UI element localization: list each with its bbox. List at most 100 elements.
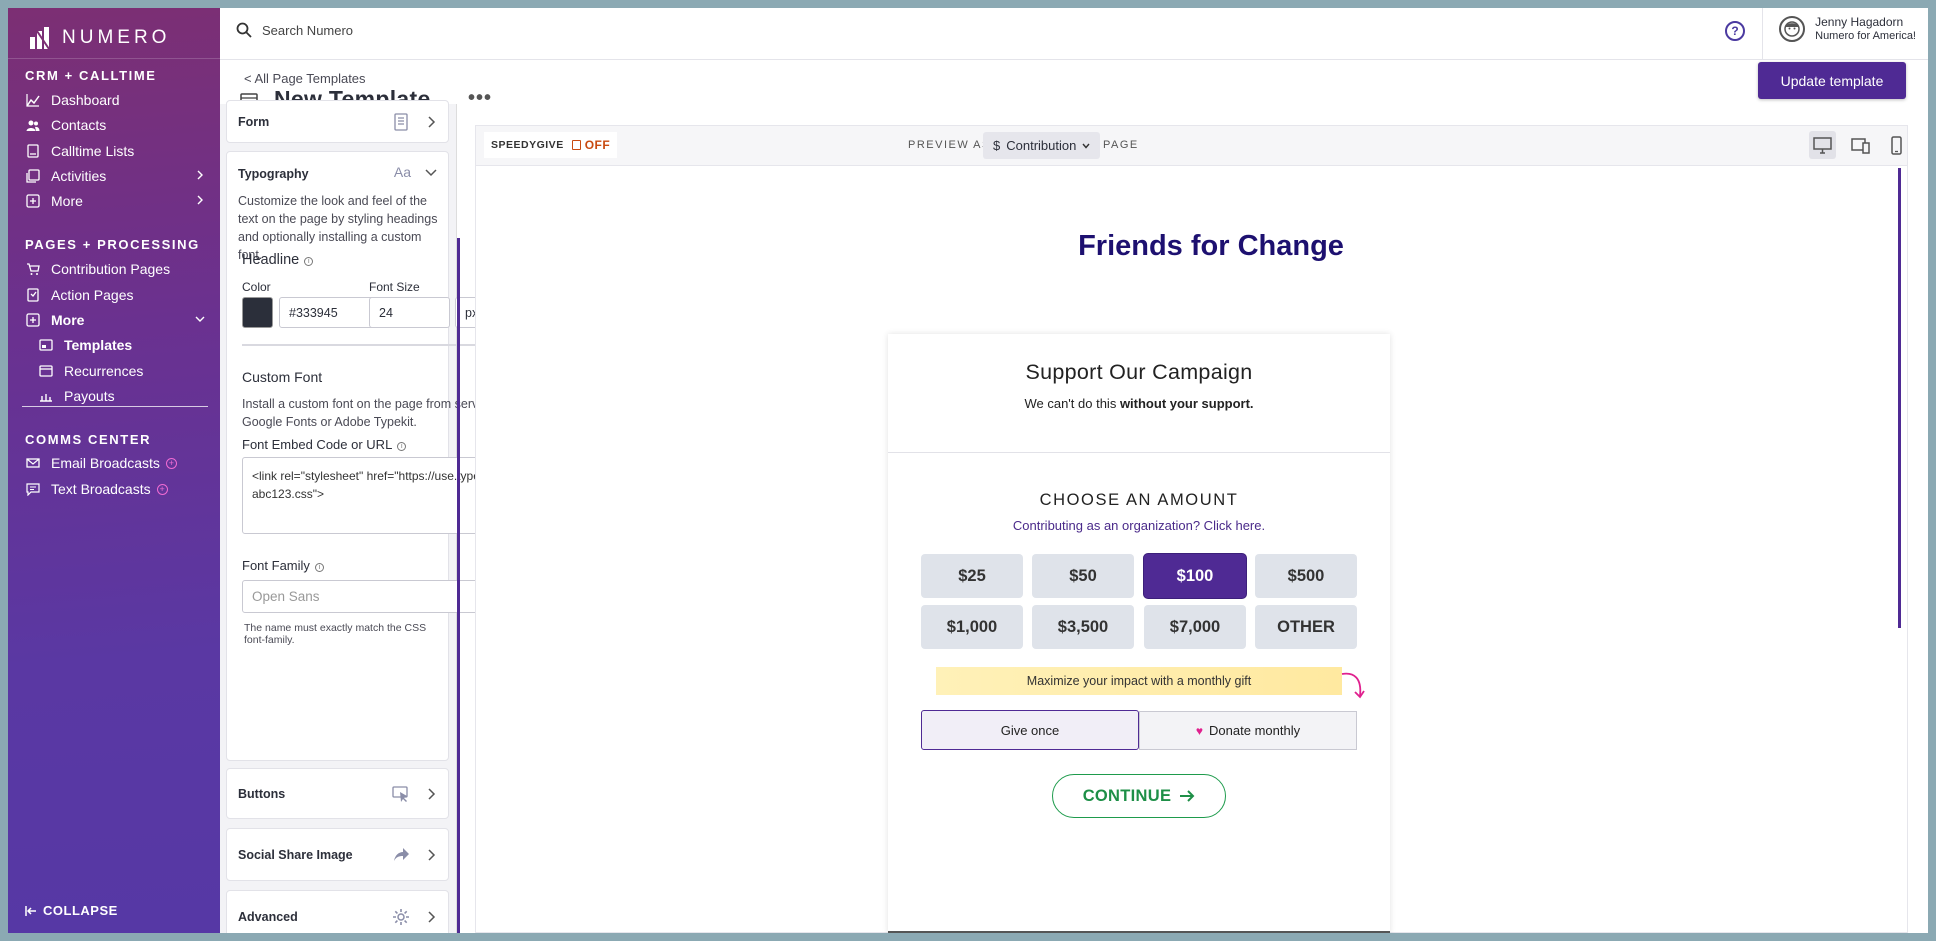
preview-area: SPEEDYGIVE OFF PREVIEW AS $ Contribution… — [466, 116, 1919, 933]
social-share-section[interactable]: Social Share Image — [226, 828, 449, 881]
form-subheading: We can't do this without your support. — [1024, 396, 1254, 411]
section-comms-center: COMMS CENTER — [25, 432, 152, 447]
section-pages-processing: PAGES + PROCESSING — [25, 237, 200, 252]
action-pages-icon — [25, 287, 41, 303]
brand-name: NUMERO — [62, 27, 171, 48]
arrow-right-icon — [1180, 790, 1195, 802]
sidebar-item-more-crm[interactable]: More — [25, 187, 211, 215]
donate-monthly-button[interactable]: ♥ Donate monthly — [1139, 711, 1357, 750]
editor-panel: Form Typography Aa Customize the look an… — [220, 100, 527, 933]
text-message-icon — [25, 481, 41, 497]
user-menu[interactable]: Jenny Hagadorn Numero for America! — [1779, 15, 1916, 42]
page-label: PAGE — [1103, 139, 1139, 151]
sidebar-item-text-broadcasts[interactable]: Text Broadcasts + — [25, 475, 211, 503]
typography-section-label[interactable]: Typography — [238, 152, 309, 196]
avatar — [1779, 15, 1806, 42]
amount-button[interactable]: $50 — [1032, 554, 1134, 598]
tablet-view-button[interactable] — [1847, 131, 1874, 159]
email-icon — [25, 455, 41, 471]
dashboard-icon — [25, 92, 41, 108]
share-icon — [394, 847, 409, 861]
sidebar-item-contacts[interactable]: Contacts — [25, 111, 211, 139]
search-bar[interactable]: Search Numero — [236, 22, 353, 38]
sidebar-item-more-pages[interactable]: More — [25, 306, 211, 334]
toggle-icon — [571, 140, 581, 150]
sidebar-item-label: Recurrences — [64, 363, 144, 379]
sidebar-item-dashboard[interactable]: Dashboard — [25, 86, 211, 114]
preview-as-value: Contribution — [1006, 138, 1077, 153]
sidebar-item-label: Contribution Pages — [51, 261, 171, 277]
advanced-section-label: Advanced — [238, 909, 298, 924]
sidebar-item-contribution-pages[interactable]: Contribution Pages — [25, 255, 211, 283]
breadcrumb[interactable]: < All Page Templates — [244, 71, 366, 86]
speedygive-status: OFF — [571, 138, 611, 152]
buttons-section[interactable]: Buttons — [226, 768, 449, 819]
sidebar-item-calltime-lists[interactable]: Calltime Lists — [25, 137, 211, 165]
preview-toolbar: SPEEDYGIVE OFF PREVIEW AS $ Contribution… — [475, 125, 1908, 165]
sidebar-item-label: Payouts — [64, 388, 115, 404]
monthly-gift-banner: Maximize your impact with a monthly gift — [936, 667, 1342, 695]
social-share-section-label: Social Share Image — [238, 847, 353, 862]
continue-button[interactable]: CONTINUE — [1052, 774, 1226, 818]
top-bar: Search Numero ? Jenny Hagadorn Numero fo… — [220, 8, 1928, 60]
sidebar-item-activities[interactable]: Activities — [25, 162, 211, 190]
info-icon[interactable]: i — [397, 442, 407, 451]
font-size-field[interactable]: 24 — [369, 297, 450, 328]
more-icon — [25, 312, 41, 328]
speedygive-toggle[interactable]: SPEEDYGIVE OFF — [484, 132, 618, 158]
update-template-button[interactable]: Update template — [1758, 62, 1906, 99]
sidebar-item-label: Email Broadcasts — [51, 455, 160, 471]
mobile-icon — [1891, 135, 1902, 155]
font-family-help: The name must exactly match the CSS font… — [244, 622, 427, 646]
preview-as-label: PREVIEW AS — [908, 139, 991, 151]
sidebar-item-email-broadcasts[interactable]: Email Broadcasts + — [25, 449, 211, 477]
sidebar-item-label: Dashboard — [51, 92, 120, 108]
sidebar-item-templates[interactable]: Templates — [38, 331, 211, 359]
cart-icon — [25, 261, 41, 277]
form-icon — [394, 112, 408, 131]
app-window: NUMERO CRM + CALLTIME Dashboard Contacts… — [8, 8, 1928, 933]
chevron-down-icon[interactable] — [425, 168, 437, 178]
mobile-view-button[interactable] — [1883, 131, 1910, 159]
search-input[interactable]: Search Numero — [262, 23, 353, 38]
desktop-view-button[interactable] — [1809, 131, 1836, 159]
sidebar-item-label: More — [51, 193, 83, 209]
form-section[interactable]: Form — [226, 100, 449, 143]
amount-button[interactable]: $1,000 — [921, 605, 1023, 649]
color-swatch[interactable] — [242, 297, 273, 328]
organization-link[interactable]: Contributing as an organization? Click h… — [888, 518, 1390, 533]
brand-logo[interactable]: NUMERO — [28, 18, 170, 58]
advanced-section[interactable]: Advanced — [226, 890, 449, 933]
headline-label: Headline i — [242, 252, 314, 268]
user-org: Numero for America! — [1815, 30, 1916, 42]
collapse-button[interactable]: COLLAPSE — [25, 903, 118, 918]
chevron-right-icon — [428, 115, 436, 128]
amount-button[interactable]: $3,500 — [1032, 605, 1134, 649]
give-once-button[interactable]: Give once — [921, 710, 1139, 750]
payouts-icon — [38, 388, 54, 404]
form-section-label: Form — [238, 114, 270, 129]
amount-button-selected[interactable]: $100 — [1144, 554, 1246, 598]
preview-as-select[interactable]: $ Contribution — [983, 132, 1101, 159]
color-hex-field[interactable]: #333945 — [279, 297, 377, 328]
font-size-label: Font Size — [369, 280, 420, 294]
more-options-icon[interactable]: ••• — [468, 87, 492, 110]
amount-button[interactable]: $25 — [921, 554, 1023, 598]
sidebar-item-label: Templates — [64, 337, 133, 353]
preview-scrollbar[interactable] — [1898, 168, 1901, 628]
amount-button-other[interactable]: OTHER — [1255, 605, 1357, 649]
info-icon[interactable]: i — [304, 257, 314, 266]
chevron-down-icon — [1082, 143, 1090, 149]
amount-button[interactable]: $7,000 — [1144, 605, 1246, 649]
new-badge-icon: + — [165, 457, 177, 469]
sidebar-item-label: Activities — [51, 168, 107, 184]
sidebar-item-action-pages[interactable]: Action Pages — [25, 281, 211, 309]
chevron-right-icon — [197, 195, 203, 205]
help-icon[interactable]: ? — [1725, 21, 1745, 41]
sidebar-item-recurrences[interactable]: Recurrences — [38, 357, 211, 385]
gear-icon — [393, 908, 409, 925]
amount-button[interactable]: $500 — [1255, 554, 1357, 598]
editor-scrollbar[interactable] — [457, 238, 460, 933]
info-icon[interactable]: i — [314, 563, 324, 572]
color-label: Color — [242, 280, 271, 294]
